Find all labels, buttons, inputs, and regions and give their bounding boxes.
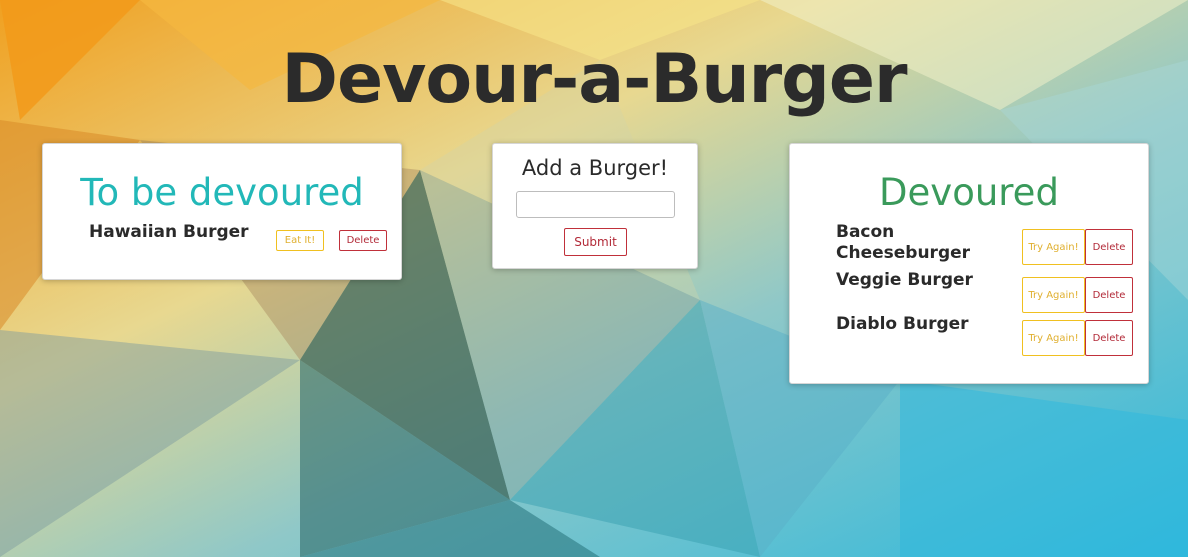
to-be-devoured-card: To be devoured Hawaiian Burger Eat It! D… xyxy=(42,143,402,280)
try-again-button[interactable]: Try Again! xyxy=(1022,229,1085,265)
submit-button[interactable]: Submit xyxy=(564,228,627,256)
delete-button[interactable]: Delete xyxy=(1085,229,1133,265)
burger-name-input[interactable] xyxy=(516,191,675,218)
delete-button[interactable]: Delete xyxy=(339,230,387,251)
burger-name: Bacon Cheeseburger xyxy=(836,222,971,263)
try-again-button[interactable]: Try Again! xyxy=(1022,320,1085,356)
delete-button[interactable]: Delete xyxy=(1085,277,1133,313)
burger-name: Veggie Burger xyxy=(836,270,973,290)
burger-name: Hawaiian Burger xyxy=(89,222,249,242)
devoured-card: Devoured Bacon Cheeseburger Try Again! D… xyxy=(789,143,1149,384)
eat-it-button[interactable]: Eat It! xyxy=(276,230,324,251)
delete-button[interactable]: Delete xyxy=(1085,320,1133,356)
devoured-heading: Devoured xyxy=(879,171,1059,214)
add-burger-heading: Add a Burger! xyxy=(521,156,669,180)
burger-name: Diablo Burger xyxy=(836,314,969,334)
page-title: Devour-a-Burger xyxy=(281,40,908,119)
add-burger-card: Add a Burger! Submit xyxy=(492,143,698,269)
to-be-devoured-heading: To be devoured xyxy=(80,171,364,214)
try-again-button[interactable]: Try Again! xyxy=(1022,277,1085,313)
